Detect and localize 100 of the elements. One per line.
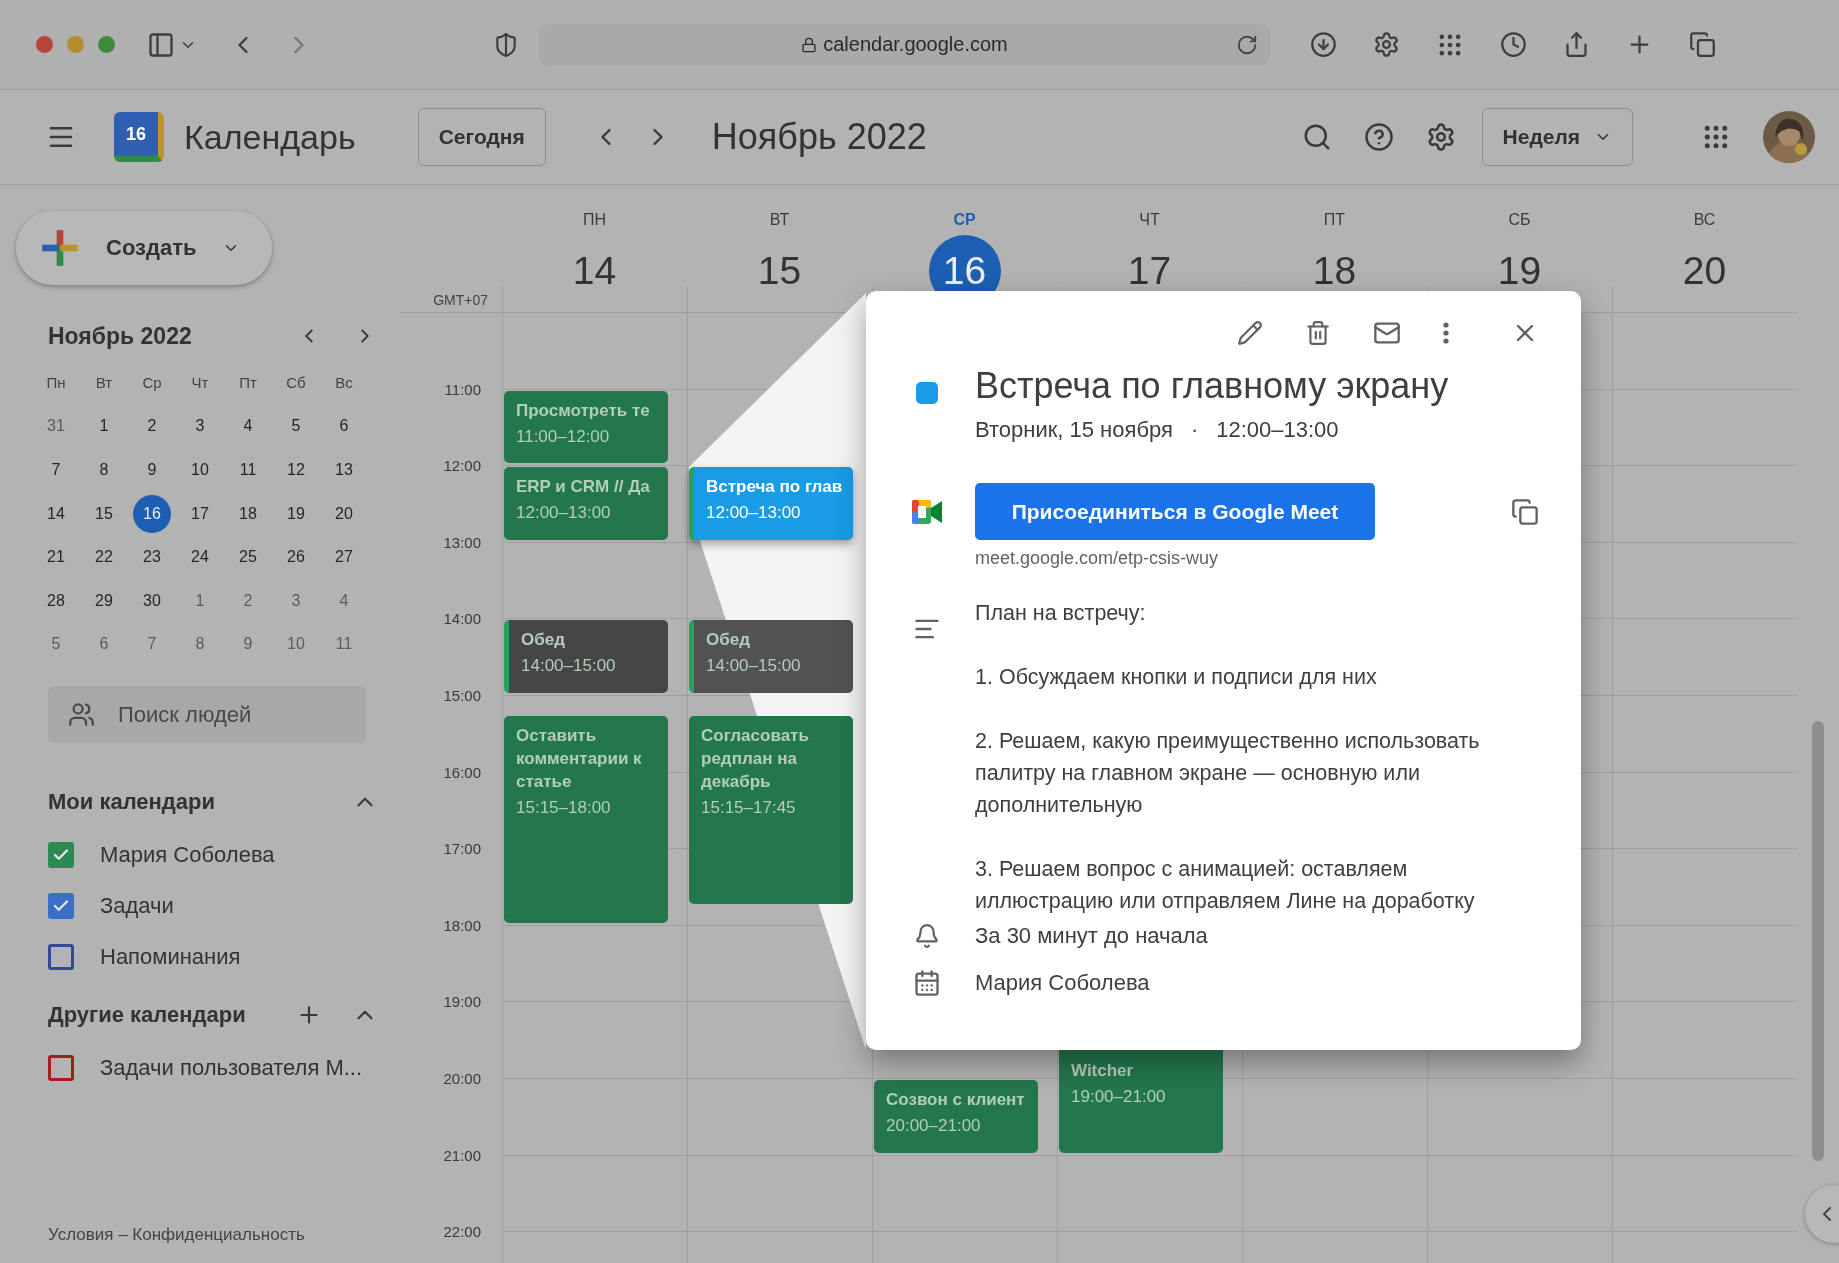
mini-calendar-day[interactable]: 5 (37, 625, 75, 664)
event-card[interactable]: Обед 14:00–15:00 (689, 620, 853, 693)
plus-icon (40, 228, 80, 268)
settings-icon[interactable] (1373, 31, 1400, 58)
hour-label: 15:00 (443, 687, 481, 704)
mini-calendar-day[interactable]: 10 (277, 625, 315, 664)
mini-calendar-day[interactable]: 19 (277, 494, 315, 533)
download-icon[interactable] (1310, 31, 1337, 58)
mini-calendar-day[interactable]: 2 (133, 407, 171, 446)
mini-calendar-day[interactable]: 8 (181, 625, 219, 664)
event-card[interactable]: Согласовать редплан на декабрь 15:15–17:45 (689, 716, 853, 904)
mini-calendar-day[interactable]: 7 (133, 625, 171, 664)
hour-label: 18:00 (443, 916, 481, 934)
mini-calendar-day[interactable]: 21 (37, 538, 75, 577)
calendar-logo: 16 (114, 112, 164, 162)
mini-calendar-day[interactable]: 11 (325, 625, 363, 664)
mini-calendar-day[interactable]: 27 (325, 538, 363, 577)
close-window-button[interactable] (36, 36, 53, 53)
mini-calendar-day[interactable]: 31 (37, 407, 75, 446)
mini-calendar-day[interactable]: 8 (85, 451, 123, 489)
mini-calendar-day[interactable]: 18 (229, 494, 267, 533)
people-icon (68, 701, 95, 729)
mini-calendar-day[interactable]: 13 (325, 451, 363, 489)
mini-calendar-day[interactable]: 23 (133, 538, 171, 577)
mini-calendar-day[interactable]: 9 (229, 625, 267, 664)
mini-calendar-day[interactable]: 11 (229, 451, 267, 489)
event-title: Обед (706, 629, 751, 652)
mini-calendar-day[interactable]: 30 (133, 581, 171, 620)
day-number[interactable]: 17 (1113, 235, 1186, 307)
share-icon[interactable] (1563, 31, 1590, 58)
mini-calendar-day[interactable]: 15 (85, 494, 123, 533)
mini-calendar-day[interactable]: 3 (181, 407, 219, 446)
history-icon[interactable] (1500, 31, 1527, 58)
mini-calendar-day[interactable]: 17 (181, 494, 219, 533)
hour-label: 12:00 (443, 457, 481, 475)
mini-calendar-day[interactable]: 1 (85, 407, 123, 446)
calendar-checkbox[interactable] (48, 841, 74, 868)
calendar-checkbox[interactable] (48, 943, 74, 970)
footer-links[interactable]: Условия – Конфиденциальность (48, 1225, 400, 1245)
calendar-name: Мария Соболева (975, 970, 1151, 996)
video-camera-icon (912, 499, 942, 524)
mini-calendar-day[interactable]: 24 (181, 538, 219, 577)
day-number[interactable]: 20 (1668, 235, 1741, 307)
sidebar-icon[interactable] (147, 30, 175, 59)
mini-calendar-day[interactable]: 2 (229, 581, 267, 620)
day-number[interactable]: 18 (1298, 235, 1371, 307)
event-card[interactable]: Обед 14:00–15:00 (504, 620, 668, 693)
separator-dot: · (1190, 417, 1199, 443)
hour-label: 21:00 (443, 1146, 481, 1164)
mini-calendar-day[interactable]: 16 (133, 494, 171, 533)
tabs-icon[interactable] (1689, 31, 1716, 58)
event-card[interactable]: Просмотреть те 11:00–12:00 (504, 390, 668, 464)
day-number[interactable]: 15 (743, 235, 816, 307)
day-number[interactable]: 19 (1483, 235, 1556, 307)
people-search-field[interactable]: Поиск людей (48, 686, 366, 744)
mini-calendar-day[interactable]: 14 (37, 494, 75, 533)
event-title: Встреча по глав (706, 476, 844, 499)
mini-calendar-day[interactable]: 5 (277, 407, 315, 446)
mini-calendar-day[interactable]: 4 (229, 407, 267, 446)
period-title: Ноябрь 2022 (711, 116, 928, 158)
create-button[interactable]: Создать (16, 211, 272, 285)
reload-icon[interactable] (1236, 33, 1258, 56)
scrollbar[interactable] (1812, 721, 1824, 1161)
mini-calendar-day[interactable]: 28 (37, 581, 75, 620)
mini-calendar-day[interactable]: 3 (277, 581, 315, 620)
app-title: Календарь (184, 117, 356, 157)
event-card[interactable]: Оставить комментарии к статье 15:15–18:00 (504, 716, 668, 923)
mini-calendar-day[interactable]: 1 (181, 581, 219, 620)
event-time: 20:00–21:00 (886, 1115, 982, 1137)
mini-calendar-day[interactable]: 4 (325, 581, 363, 620)
mini-calendar-day[interactable]: 12 (277, 451, 315, 489)
copy-icon (1511, 497, 1539, 526)
mini-calendar-day[interactable]: 26 (277, 538, 315, 577)
mini-calendar-day[interactable]: 10 (181, 451, 219, 489)
weekday-label: Вс (335, 374, 353, 392)
weekday-label: ВТ (769, 211, 790, 229)
mini-calendar-day[interactable]: 29 (85, 581, 123, 620)
mini-calendar-day[interactable]: 6 (325, 407, 363, 446)
mini-calendar-day[interactable]: 20 (325, 494, 363, 533)
event-time: 15:15–17:45 (701, 797, 797, 820)
mini-calendar-day[interactable]: 25 (229, 538, 267, 577)
weekday-label: ПН (582, 211, 607, 229)
join-meet-button[interactable]: Присоединиться в Google Meet (975, 483, 1375, 540)
event-time: 12:00–13:00 (706, 502, 802, 525)
address-bar[interactable]: calendar.google.com (539, 23, 1270, 66)
shield-icon[interactable] (493, 31, 519, 58)
mini-calendar-day[interactable]: 7 (37, 451, 75, 489)
calendar-checkbox[interactable] (48, 892, 74, 919)
mini-calendar-day[interactable]: 9 (133, 451, 171, 489)
event-card[interactable]: Созвон с клиент 20:00–21:00 (874, 1080, 1038, 1153)
event-card[interactable]: ERP и CRM // Да 12:00–13:00 (504, 467, 668, 540)
calendar-checkbox[interactable] (48, 1054, 74, 1081)
weekday-label: Пн (46, 374, 66, 392)
meet-link[interactable]: meet.google.com/etp-csis-wuy (975, 548, 1514, 569)
view-dropdown[interactable]: Неделя (1481, 108, 1633, 166)
day-number[interactable]: 14 (558, 235, 631, 307)
calendar-label: Задачи (100, 892, 174, 919)
mini-calendar-day[interactable]: 6 (85, 625, 123, 664)
today-button[interactable]: Сегодня (417, 108, 546, 166)
mini-calendar-day[interactable]: 22 (85, 538, 123, 577)
